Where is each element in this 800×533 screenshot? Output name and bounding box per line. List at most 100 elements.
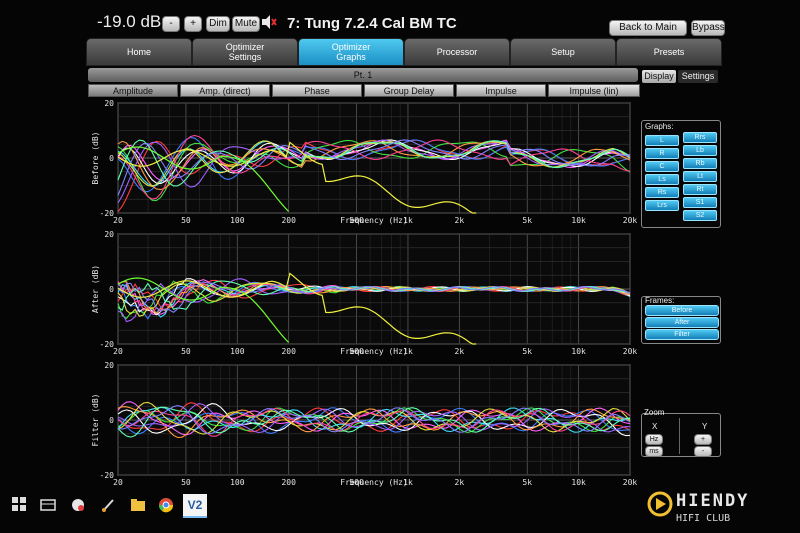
y-tick-label: 0 (109, 285, 114, 294)
x-tick-label: 200 (281, 478, 296, 487)
channel-r-button[interactable]: R (645, 148, 679, 159)
volume-up-button[interactable]: + (184, 16, 202, 32)
zoom-y-label: Y (702, 422, 708, 431)
subtab-phase[interactable]: Phase (272, 84, 362, 97)
tab-setup[interactable]: Setup (510, 38, 616, 66)
channel-rs-button[interactable]: Rs (645, 187, 679, 198)
channel-lb-button[interactable]: Lb (683, 145, 717, 156)
zoom-divider (679, 418, 680, 454)
x-tick-label: 20 (113, 478, 123, 487)
x-tick-label: 20 (113, 216, 123, 225)
zoom-hz-button[interactable]: Hz (645, 434, 663, 445)
volume-readout: -19.0 dB (97, 12, 162, 31)
y-tick-label: -20 (100, 340, 115, 349)
x-tick-label: 20 (113, 347, 123, 356)
subtab-group-delay[interactable]: Group Delay (364, 84, 454, 97)
subtab-amplitude[interactable]: Amplitude (88, 84, 178, 97)
bypass-button[interactable]: Bypass (691, 20, 725, 36)
before-graph: 20 0 -20 20 50 100 200 500 1k 2k 5k 10k 20k Frequency… (88, 99, 640, 230)
start-icon[interactable] (12, 497, 28, 513)
x-tick-label: 10k (571, 478, 586, 487)
x-tick-label: 2k (455, 478, 465, 487)
channel-c-button[interactable]: C (645, 161, 679, 172)
zoom-y-plus-button[interactable]: + (694, 434, 712, 445)
x-tick-label: 10k (571, 216, 586, 225)
mute-button[interactable]: Mute (232, 16, 260, 32)
volume-down-button[interactable]: - (162, 16, 180, 32)
frame-filter-button[interactable]: Filter (645, 329, 719, 340)
x-tick-label: 2k (455, 216, 465, 225)
y-tick-label: 20 (104, 230, 114, 239)
app-icon[interactable] (70, 497, 86, 513)
channel-ls-button[interactable]: Ls (645, 174, 679, 185)
x-tick-label: 20k (623, 478, 638, 487)
zoom-ms-button[interactable]: ms (645, 446, 663, 457)
tab-optimizer-graphs[interactable]: Optimizer Graphs (298, 38, 404, 66)
frames-panel-title: Frames: (645, 296, 675, 305)
x-tick-label: 2k (455, 347, 465, 356)
channel-l-button[interactable]: L (645, 135, 679, 146)
channel-s2-button[interactable]: S2 (683, 210, 717, 221)
x-axis-label: Frequency (Hz) (340, 478, 407, 487)
x-tick-label: 200 (281, 216, 296, 225)
x-tick-label: 5k (522, 216, 532, 225)
y-tick-label: 0 (109, 154, 114, 163)
task-view-icon[interactable] (40, 497, 56, 513)
y-axis-label: Before (dB) (91, 132, 100, 185)
channel-rb-button[interactable]: Rb (683, 158, 717, 169)
zoom-panel-title: Zoom (644, 408, 665, 417)
channel-lrs-button[interactable]: Lrs (645, 200, 679, 211)
dim-button[interactable]: Dim (206, 16, 230, 32)
x-tick-label: 100 (230, 478, 245, 487)
x-tick-label: 50 (181, 347, 191, 356)
watermark-brand: HIENDY (676, 491, 749, 511)
x-axis-label: Frequency (Hz) (340, 347, 407, 356)
x-tick-label: 20k (623, 347, 638, 356)
y-axis-label: Filter (dB) (91, 394, 100, 447)
display-tab[interactable]: Display (642, 70, 676, 83)
subtab-impulse-lin[interactable]: Impulse (lin) (548, 84, 640, 97)
channel-s1-button[interactable]: S1 (683, 197, 717, 208)
x-tick-label: 100 (230, 347, 245, 356)
x-tick-label: 100 (230, 216, 245, 225)
y-tick-label: 0 (109, 416, 114, 425)
channel-rt-button[interactable]: Rt (683, 184, 717, 195)
back-to-main-button[interactable]: Back to Main Screen (609, 20, 687, 47)
frame-after-button[interactable]: After (645, 317, 719, 328)
tab-presets[interactable]: Presets (616, 38, 722, 66)
channel-rrs-button[interactable]: Rrs (683, 132, 717, 143)
chrome-icon[interactable] (158, 497, 174, 513)
y-tick-label: -20 (100, 209, 115, 218)
x-tick-label: 5k (522, 478, 532, 487)
channel-lt-button[interactable]: Lt (683, 171, 717, 182)
subtab-impulse[interactable]: Impulse (456, 84, 546, 97)
hiendy-watermark: HIENDY HIFI CLUB (646, 488, 798, 528)
filter-graph: 20 0 -20 20 50 100 200 500 1k 2k 5k 10k 20k Frequency… (88, 361, 640, 492)
speaker-muted-icon[interactable] (261, 14, 277, 30)
x-tick-label: 200 (281, 347, 296, 356)
graph-type-tabs: Amplitude Amp. (direct) Phase Group Dela… (88, 84, 640, 97)
pen-icon[interactable] (100, 497, 116, 513)
y-axis-label: After (dB) (91, 265, 100, 313)
watermark-sub: HIFI CLUB (676, 513, 730, 524)
x-tick-label: 10k (571, 347, 586, 356)
folder-icon[interactable] (130, 497, 146, 513)
settings-tab[interactable]: Settings (678, 70, 718, 83)
x-axis-label: Frequency (Hz) (340, 216, 407, 225)
subtab-amp-direct[interactable]: Amp. (direct) (180, 84, 270, 97)
preset-title: 7: Tung 7.2.4 Cal BM TC (287, 15, 457, 32)
main-tabbar: Home Optimizer Settings Optimizer Graphs… (86, 38, 722, 66)
y-tick-label: 20 (104, 99, 114, 108)
tab-processor[interactable]: Processor (404, 38, 510, 66)
app-v-icon[interactable]: V2 (183, 494, 207, 518)
zoom-y-minus-button[interactable]: - (694, 446, 712, 457)
tab-optimizer-settings[interactable]: Optimizer Settings (192, 38, 298, 66)
tab-home[interactable]: Home (86, 38, 192, 66)
x-tick-label: 50 (181, 478, 191, 487)
graphs-panel-title: Graphs: (645, 122, 674, 131)
point-selector[interactable]: Pt. 1 (88, 68, 638, 82)
frame-before-button[interactable]: Before (645, 305, 719, 316)
x-tick-label: 50 (181, 216, 191, 225)
graphs-panel: Graphs: L R C Ls Rs Lrs Rrs Lb Rb Lt Rt S1 S2 (641, 120, 721, 228)
zoom-x-label: X (652, 422, 658, 431)
